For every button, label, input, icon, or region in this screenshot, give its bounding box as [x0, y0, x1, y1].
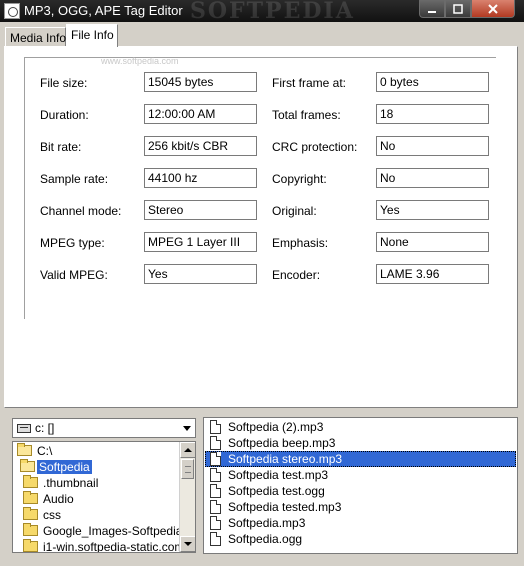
- original-label: Original:: [272, 204, 317, 218]
- emphasis-field[interactable]: None: [376, 232, 489, 252]
- folder-icon: [23, 523, 38, 536]
- folder-icon: [23, 475, 38, 488]
- document-icon: [210, 500, 221, 514]
- file-item[interactable]: Softpedia stereo.mp3: [205, 451, 516, 467]
- file-info-panel: www.softpedia.com File size: 15045 bytes…: [4, 46, 518, 408]
- directory-list[interactable]: C:\ Softpedia .thumbnail Audio css Googl…: [12, 441, 196, 553]
- close-button[interactable]: [471, 0, 515, 18]
- document-icon: [210, 468, 221, 482]
- drive-select[interactable]: c: []: [12, 418, 196, 438]
- file-size-label: File size:: [40, 76, 88, 90]
- tab-media-info[interactable]: Media Info: [5, 27, 66, 47]
- scroll-down-button[interactable]: [180, 536, 195, 552]
- title-bar[interactable]: MP3, OGG, APE Tag Editor SOFTPEDIA: [0, 0, 524, 24]
- directory-item[interactable]: Audio: [13, 491, 181, 507]
- mpeg-type-field[interactable]: MPEG 1 Layer III: [144, 232, 257, 252]
- bit-rate-label: Bit rate:: [40, 140, 82, 154]
- mpeg-type-label: MPEG type:: [40, 236, 105, 250]
- file-size-field[interactable]: 15045 bytes: [144, 72, 257, 92]
- tab-file-info[interactable]: File Info: [66, 24, 118, 47]
- minimize-button[interactable]: [419, 0, 445, 18]
- document-icon: [210, 436, 221, 450]
- valid-mpeg-label: Valid MPEG:: [40, 268, 108, 282]
- directory-item[interactable]: Softpedia: [13, 459, 181, 475]
- channel-mode-field[interactable]: Stereo: [144, 200, 257, 220]
- file-item[interactable]: Softpedia tested.mp3: [205, 499, 516, 515]
- folder-open-icon: [20, 459, 35, 472]
- file-item[interactable]: Softpedia.mp3: [205, 515, 516, 531]
- file-item[interactable]: Softpedia test.mp3: [205, 467, 516, 483]
- file-list[interactable]: Softpedia (2).mp3 Softpedia beep.mp3 Sof…: [203, 417, 518, 554]
- duration-field[interactable]: 12:00:00 AM: [144, 104, 257, 124]
- document-icon: [210, 452, 221, 466]
- app-icon: [4, 3, 20, 19]
- folder-icon: [23, 491, 38, 504]
- directory-item[interactable]: Google_Images-Softpedia: [13, 523, 182, 539]
- sample-rate-label: Sample rate:: [40, 172, 109, 186]
- encoder-label: Encoder:: [272, 268, 321, 282]
- document-icon: [210, 484, 221, 498]
- file-item[interactable]: Softpedia beep.mp3: [205, 435, 516, 451]
- directory-item[interactable]: C:\: [13, 443, 181, 459]
- watermark-text: SOFTPEDIA: [190, 0, 355, 24]
- dropdown-arrow-icon[interactable]: [183, 426, 191, 431]
- bit-rate-field[interactable]: 256 kbit/s CBR: [144, 136, 257, 156]
- folder-icon: [23, 507, 38, 520]
- directory-item[interactable]: .thumbnail: [13, 475, 181, 491]
- copyright-field[interactable]: No: [376, 168, 489, 188]
- folder-icon: [23, 539, 38, 552]
- encoder-field[interactable]: LAME 3.96: [376, 264, 489, 284]
- file-item[interactable]: Softpedia.ogg: [205, 531, 516, 547]
- directory-scrollbar[interactable]: [179, 442, 195, 552]
- document-icon: [210, 420, 221, 434]
- crc-protection-label: CRC protection:: [272, 140, 358, 154]
- original-field[interactable]: Yes: [376, 200, 489, 220]
- scroll-thumb[interactable]: [181, 459, 194, 479]
- channel-mode-label: Channel mode:: [40, 204, 122, 218]
- maximize-icon: [453, 3, 463, 14]
- total-frames-field[interactable]: 18: [376, 104, 489, 124]
- directory-item[interactable]: css: [13, 507, 181, 523]
- folder-open-icon: [17, 443, 32, 456]
- file-item[interactable]: Softpedia test.ogg: [205, 483, 516, 499]
- maximize-button[interactable]: [445, 0, 471, 18]
- minimize-icon: [428, 10, 436, 13]
- panel-watermark-url: www.softpedia.com: [101, 56, 179, 66]
- window-title: MP3, OGG, APE Tag Editor: [24, 3, 183, 18]
- directory-item[interactable]: i1-win.softpedia-static.com: [13, 539, 184, 552]
- total-frames-label: Total frames:: [272, 108, 341, 122]
- crc-protection-field[interactable]: No: [376, 136, 489, 156]
- document-icon: [210, 516, 221, 530]
- document-icon: [210, 532, 221, 546]
- copyright-label: Copyright:: [272, 172, 327, 186]
- file-item[interactable]: Softpedia (2).mp3: [205, 419, 516, 435]
- scroll-up-button[interactable]: [180, 442, 195, 458]
- drive-icon: [17, 424, 31, 433]
- duration-label: Duration:: [40, 108, 89, 122]
- first-frame-label: First frame at:: [272, 76, 347, 90]
- valid-mpeg-field[interactable]: Yes: [144, 264, 257, 284]
- close-icon: [488, 3, 498, 14]
- drive-select-value: c: []: [35, 421, 55, 435]
- first-frame-field[interactable]: 0 bytes: [376, 72, 489, 92]
- sample-rate-field[interactable]: 44100 hz: [144, 168, 257, 188]
- emphasis-label: Emphasis:: [272, 236, 329, 250]
